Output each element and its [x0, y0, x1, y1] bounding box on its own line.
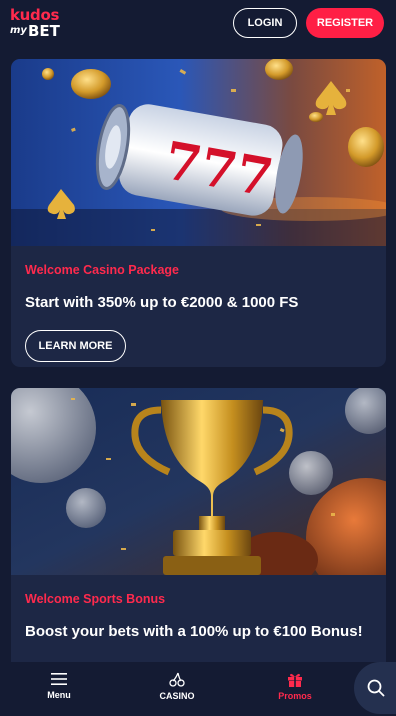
nav-label-casino: CASINO — [159, 691, 195, 701]
logo-text-kudos: kudos — [10, 5, 60, 24]
search-icon — [367, 679, 385, 697]
cherry-icon — [169, 672, 185, 687]
promo-card-sports[interactable]: Welcome Sports Bonus Boost your bets wit… — [11, 388, 386, 678]
logo-text-bet: BET — [27, 21, 60, 40]
promo-card-casino[interactable]: 777 Welcome Casino Package Start with 35… — [11, 59, 386, 367]
hamburger-icon — [51, 673, 67, 685]
casino-promo-image: 777 — [11, 59, 386, 246]
trophy-illustration — [11, 388, 386, 575]
card-title: Start with 350% up to €2000 & 1000 FS — [25, 294, 299, 311]
nav-item-promos[interactable]: Promos — [265, 672, 325, 701]
nav-item-casino[interactable]: CASINO — [147, 672, 207, 701]
login-button[interactable]: LOGIN — [233, 8, 297, 38]
card-title: Boost your bets with a 100% up to €100 B… — [25, 623, 363, 640]
card-eyebrow: Welcome Sports Bonus — [25, 592, 166, 606]
slot-machine-illustration: 777 — [11, 59, 386, 246]
logo-text-my: my — [10, 25, 27, 36]
sports-promo-image — [11, 388, 386, 575]
card-eyebrow: Welcome Casino Package — [25, 263, 180, 277]
learn-more-button[interactable]: LEARN MORE — [25, 330, 126, 362]
baseball-icon — [289, 451, 333, 495]
nav-label-menu: Menu — [47, 690, 71, 700]
nav-item-menu[interactable]: Menu — [29, 672, 89, 700]
bottom-navigation: Menu CASINO Promos — [0, 662, 396, 716]
register-button[interactable]: REGISTER — [306, 8, 384, 38]
kudos-mybet-logo[interactable]: kudos my BET — [10, 5, 60, 40]
top-header: kudos my BET LOGIN REGISTER — [0, 0, 396, 46]
gift-icon — [288, 673, 302, 687]
nav-label-promos: Promos — [278, 691, 312, 701]
tennis-ball-icon — [66, 488, 106, 528]
